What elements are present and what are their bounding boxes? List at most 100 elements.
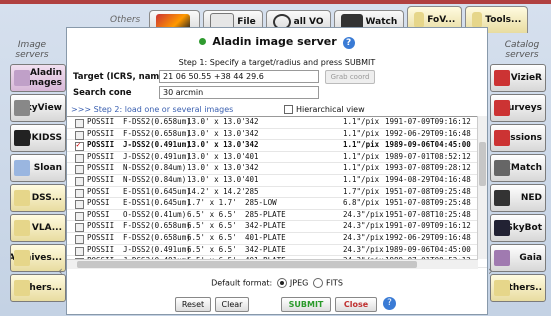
scroll-left-arrow-icon[interactable]: ‹ <box>58 264 63 278</box>
image-servers-heading: Image servers <box>15 40 49 60</box>
vizier-icon <box>494 70 510 86</box>
catalog-skybot[interactable]: SkyBot <box>490 214 546 242</box>
help-icon[interactable]: ? <box>342 37 355 49</box>
cell-survey: POSSII <box>87 128 115 138</box>
image-row[interactable]: POSSII F-DSS2(0.658um) 13.0' x 13.0' 342 1.1… <box>67 129 487 141</box>
cell-survey: POSSII <box>87 232 115 242</box>
hierarchical-checkbox[interactable] <box>284 105 293 114</box>
cell-date: 1989-09-06T04:45:00 <box>385 140 471 150</box>
cell-band: E-DSS1(0.645um) <box>123 186 191 196</box>
cell-band: F-DSS2(0.658um) <box>123 117 191 126</box>
cell-band: F-DSS2(0.658um) <box>123 232 191 242</box>
grab-coord-button[interactable]: Grab coord <box>325 70 375 84</box>
target-label: Target (ICRS, name) <box>73 72 169 82</box>
catalog-missions[interactable]: Missions <box>490 124 546 152</box>
server-aladin-images[interactable]: Aladin images <box>10 64 66 92</box>
target-input[interactable]: 21 06 50.55 +38 44 29.6 <box>159 70 319 83</box>
button-bar: Reset Clear SUBMIT Close ? <box>67 297 487 312</box>
row-checkbox[interactable] <box>75 211 84 221</box>
cell-res: 24.3"/pix <box>343 209 384 219</box>
cell-survey: POSSII <box>87 117 115 126</box>
gaia-icon <box>494 250 510 266</box>
tools-icon <box>472 12 483 28</box>
row-checkbox[interactable] <box>75 153 84 163</box>
row-checkbox[interactable] <box>75 165 84 175</box>
submit-button[interactable]: SUBMIT <box>281 297 331 312</box>
cell-size: 6.5' x 6.5' <box>187 221 237 231</box>
image-row[interactable]: POSSII F-DSS2(0.658um) 13.0' x 13.0' 342 1.1… <box>67 117 487 129</box>
image-row[interactable]: POSSI E-DSS1(0.645um) 14.2' x 14.2' 285 1.7"… <box>67 187 487 199</box>
cell-date: 1989-07-01T08:52:12 <box>385 151 471 161</box>
cone-input[interactable]: 30 arcmin <box>159 86 319 99</box>
cell-band: N-DSS2(0.84um) <box>123 163 187 173</box>
image-row[interactable]: POSSII N-DSS2(0.84um) 13.0' x 13.0' 342 1.1"… <box>67 163 487 175</box>
skyview-icon <box>14 100 30 116</box>
row-checkbox[interactable] <box>75 176 84 186</box>
row-checkbox[interactable] <box>75 223 84 233</box>
cell-res: 24.3"/pix <box>343 232 384 242</box>
help-icon[interactable]: ? <box>383 297 396 310</box>
cell-size: 6.5' x 6.5' <box>187 244 237 254</box>
cell-band: F-DSS2(0.658um) <box>123 128 191 138</box>
hierarchical-view-toggle[interactable]: Hierarchical view <box>284 105 365 114</box>
catalog-gaia[interactable]: Gaia <box>490 244 546 272</box>
cell-plate: 285-PLATE <box>245 209 286 219</box>
catalog-surveys[interactable]: Surveys <box>490 94 546 122</box>
format-fits-radio[interactable] <box>313 278 324 288</box>
scroll-right-arrow-icon[interactable]: › <box>488 264 493 278</box>
cone-label: Search cone <box>73 88 132 98</box>
panel-title: Aladin image server? <box>67 35 487 49</box>
horizontal-scroll-thumb[interactable] <box>77 261 417 268</box>
server-others[interactable]: Others... <box>10 274 66 302</box>
reset-button[interactable]: Reset <box>175 297 211 312</box>
cell-res: 1.1"/pix <box>343 174 380 184</box>
vertical-scroll-thumb[interactable] <box>479 142 486 186</box>
image-row[interactable]: POSSII J-DSS2(0.491um) 13.0' x 13.0' 401 1.1… <box>67 152 487 164</box>
catalog-others[interactable]: Others.. <box>490 274 546 302</box>
server-dss[interactable]: DSS... <box>10 184 66 212</box>
catalog-all-vizier[interactable]: All VizieR <box>490 64 546 92</box>
server-sloan[interactable]: Sloan <box>10 154 66 182</box>
row-checkbox[interactable] <box>75 140 84 152</box>
image-row[interactable]: POSSI E-DSS1(0.645um) 1.7' x 1.7' 285-LOW 6.… <box>67 198 487 210</box>
cell-date: 1951-07-08T09:25:48 <box>385 198 471 208</box>
server-ukidss[interactable]: UKIDSS <box>10 124 66 152</box>
cell-date: 1993-07-08T09:28:12 <box>385 163 471 173</box>
others-label: Others <box>110 15 141 25</box>
cell-plate: 285 <box>245 186 259 196</box>
cell-plate: 342 <box>245 117 259 126</box>
server-skyview[interactable]: SkyView <box>10 94 66 122</box>
clear-button[interactable]: Clear <box>215 297 249 312</box>
row-checkbox[interactable] <box>75 188 84 198</box>
cell-res: 1.1"/pix <box>343 128 380 138</box>
row-checkbox[interactable] <box>75 234 84 244</box>
cell-plate: 285-LOW <box>245 198 277 208</box>
row-checkbox[interactable] <box>75 119 84 128</box>
cell-band: E-DSS1(0.645um) <box>123 198 191 208</box>
format-jpeg-radio[interactable] <box>277 278 288 288</box>
cell-size: 14.2' x 14.2' <box>187 186 246 196</box>
image-row[interactable]: POSSII F-DSS2(0.658um) 6.5' x 6.5' 401-PLAT… <box>67 233 487 245</box>
folder-icon <box>14 190 30 206</box>
catalog-ned[interactable]: NED <box>490 184 546 212</box>
server-vla[interactable]: VLA... <box>10 214 66 242</box>
catalog-xmatch[interactable]: XMatch <box>490 154 546 182</box>
cell-plate: 401-PLATE <box>245 232 286 242</box>
close-button[interactable]: Close <box>335 297 377 312</box>
image-row[interactable]: POSSI O-DSS2(0.41um) 6.5' x 6.5' 285-PLATE 2… <box>67 210 487 222</box>
default-format-row: Default format: JPEG FITS <box>211 278 343 288</box>
cell-size: 6.5' x 6.5' <box>187 209 237 219</box>
image-row[interactable]: POSSII J-DSS2(0.491um) 6.5' x 6.5' 342-PLAT… <box>67 245 487 257</box>
horizontal-scrollbar[interactable] <box>67 259 478 269</box>
row-checkbox[interactable] <box>75 200 84 210</box>
xmatch-icon <box>494 160 510 176</box>
row-checkbox[interactable] <box>75 130 84 140</box>
vertical-scrollbar[interactable] <box>477 116 487 259</box>
image-row[interactable]: POSSII F-DSS2(0.658um) 6.5' x 6.5' 342-PLAT… <box>67 221 487 233</box>
surveys-icon <box>494 100 510 116</box>
row-checkbox[interactable] <box>75 246 84 256</box>
image-row[interactable]: POSSII J-DSS2(0.491um)13.0' x 13.0'342 1.1… <box>67 140 487 152</box>
fov-icon <box>414 12 425 28</box>
cell-res: 6.8"/pix <box>343 198 380 208</box>
image-row[interactable]: POSSII N-DSS2(0.84um) 13.0' x 13.0' 401 1.1"… <box>67 175 487 187</box>
